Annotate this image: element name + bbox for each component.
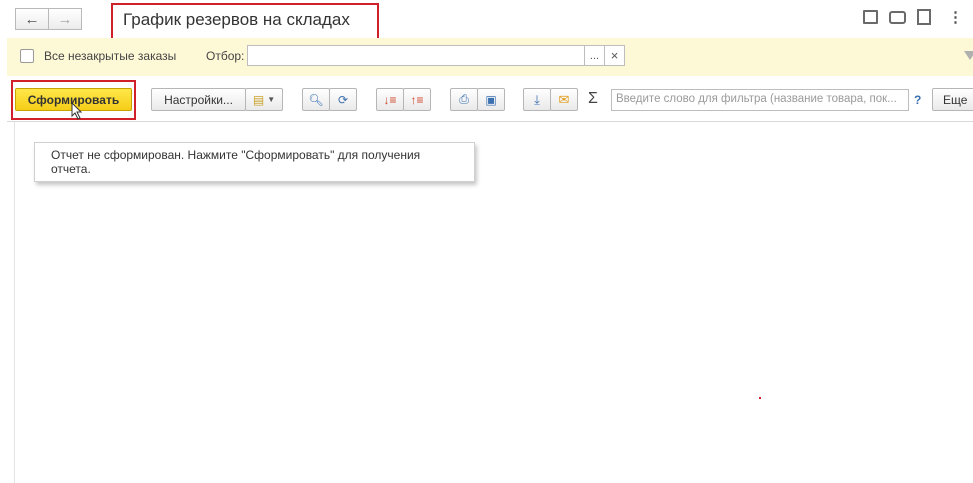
preview-icon[interactable] bbox=[917, 9, 931, 25]
save-icon[interactable] bbox=[863, 10, 878, 24]
search-next-icon: ⟳ bbox=[337, 92, 349, 107]
selection-clear-button[interactable]: × bbox=[604, 45, 625, 66]
back-button[interactable]: ← bbox=[15, 8, 49, 30]
search-help-link[interactable]: ? bbox=[914, 93, 921, 107]
save-to-file-button[interactable]: ⤓ bbox=[523, 88, 551, 111]
sum-icon[interactable]: Σ bbox=[588, 90, 598, 108]
envelope-icon: ✉ bbox=[558, 91, 570, 107]
selection-field[interactable] bbox=[247, 45, 585, 66]
open-orders-checkbox[interactable] bbox=[20, 49, 34, 63]
red-dot bbox=[759, 397, 761, 399]
sort-ascending-button[interactable]: ↓≡ bbox=[376, 88, 404, 111]
report-area-divider bbox=[7, 121, 973, 122]
printer-icon: ⎙ bbox=[459, 92, 469, 106]
print-button[interactable]: ⎙ bbox=[450, 88, 478, 111]
find-next-button[interactable]: ⟳ bbox=[329, 88, 357, 111]
back-arrow-icon: ← bbox=[24, 10, 40, 28]
print-preview-icon: ▣ bbox=[485, 92, 497, 107]
find-button[interactable]: 🔍︎ bbox=[302, 88, 330, 111]
print-icon[interactable] bbox=[889, 11, 906, 24]
report-not-generated-message: Отчет не сформирован. Нажмите "Сформиров… bbox=[34, 142, 475, 182]
download-icon: ⤓ bbox=[534, 91, 540, 107]
search-icon: 🔍︎ bbox=[308, 92, 324, 107]
report-area-left-border bbox=[14, 122, 15, 483]
report-variant-icon: ▤ bbox=[252, 92, 265, 107]
sort-ascending-icon: ↓≡ bbox=[383, 92, 397, 107]
print-preview-button[interactable]: ▣ bbox=[477, 88, 505, 111]
report-search-input[interactable]: Введите слово для фильтра (название това… bbox=[611, 89, 909, 111]
more-actions-button[interactable]: Еще bbox=[932, 88, 973, 111]
open-orders-label: Все незакрытые заказы bbox=[44, 49, 177, 63]
filter-icon[interactable] bbox=[964, 51, 973, 60]
variants-dropdown-button[interactable]: ▤ ▼ bbox=[245, 88, 283, 111]
sort-descending-icon: ↑≡ bbox=[410, 92, 424, 107]
selection-choose-button[interactable]: ... bbox=[584, 45, 605, 66]
report-message-text: Отчет не сформирован. Нажмите "Сформиров… bbox=[51, 148, 421, 176]
sort-descending-button[interactable]: ↑≡ bbox=[403, 88, 431, 111]
more-icon[interactable]: ⋮ bbox=[948, 9, 963, 27]
page-title: График резервов на складах bbox=[123, 10, 350, 29]
forward-button[interactable]: → bbox=[48, 8, 82, 30]
mouse-cursor-icon bbox=[71, 101, 83, 123]
chevron-down-icon: ▼ bbox=[267, 95, 276, 104]
forward-arrow-icon: → bbox=[57, 10, 73, 28]
send-email-button[interactable]: ✉ bbox=[550, 88, 578, 111]
selection-label: Отбор: bbox=[206, 49, 245, 63]
settings-button[interactable]: Настройки... bbox=[151, 88, 246, 111]
